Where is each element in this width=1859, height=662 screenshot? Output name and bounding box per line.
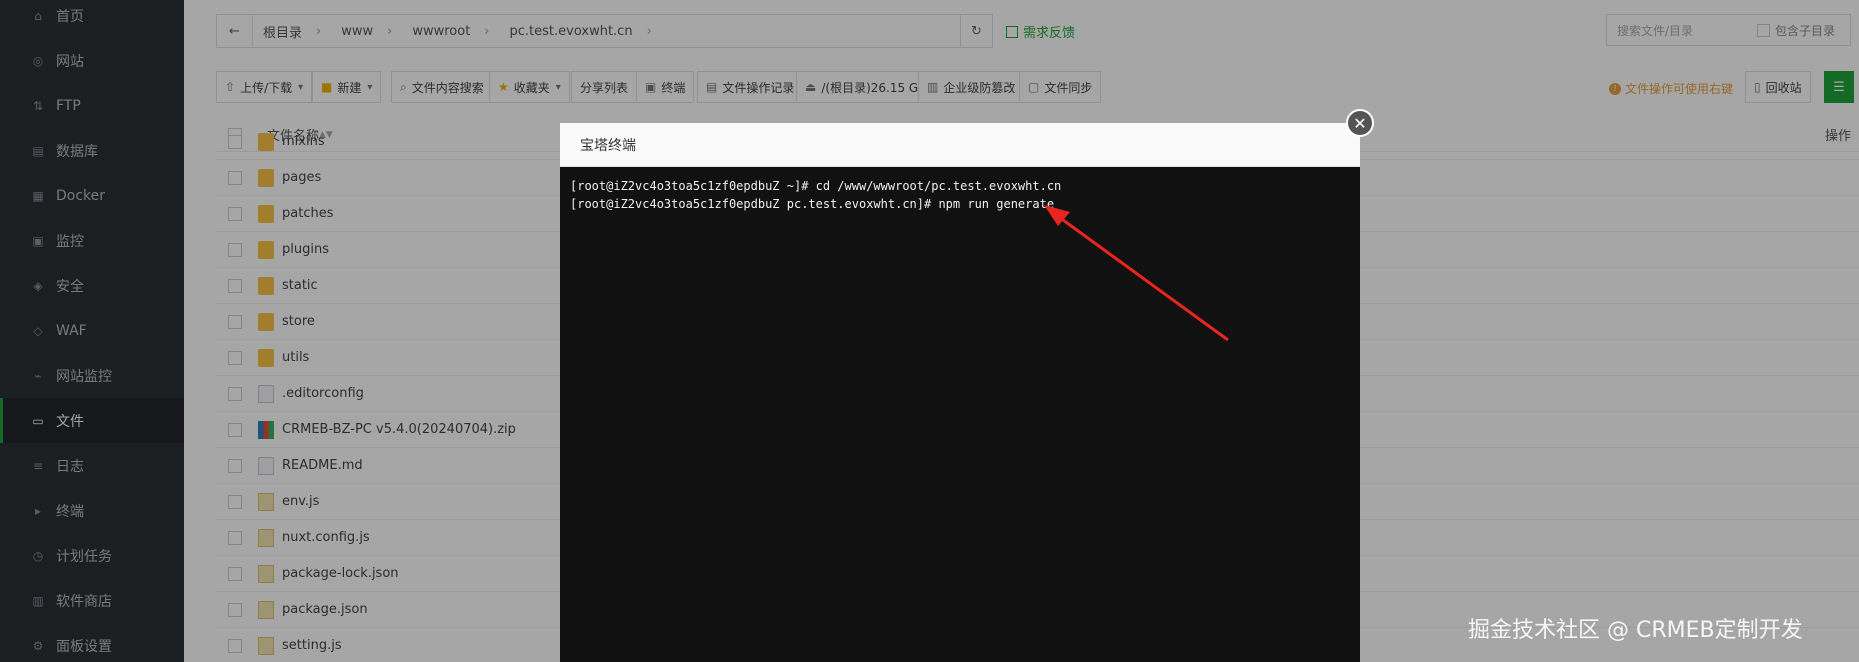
watermark: 掘金技术社区 @ CRMEB定制开发: [1468, 618, 1803, 643]
terminal-output[interactable]: [root@iZ2vc4o3toa5c1zf0epdbuZ ~]# cd /ww…: [560, 167, 1360, 662]
dialog-title: 宝塔终端: [560, 123, 1360, 167]
terminal-dialog: 宝塔终端 ✕ [root@iZ2vc4o3toa5c1zf0epdbuZ ~]#…: [560, 109, 1374, 662]
close-icon[interactable]: ✕: [1346, 109, 1374, 137]
terminal-line: [root@iZ2vc4o3toa5c1zf0epdbuZ pc.test.ev…: [570, 197, 1055, 211]
terminal-line: [root@iZ2vc4o3toa5c1zf0epdbuZ ~]# cd /ww…: [570, 179, 1062, 193]
